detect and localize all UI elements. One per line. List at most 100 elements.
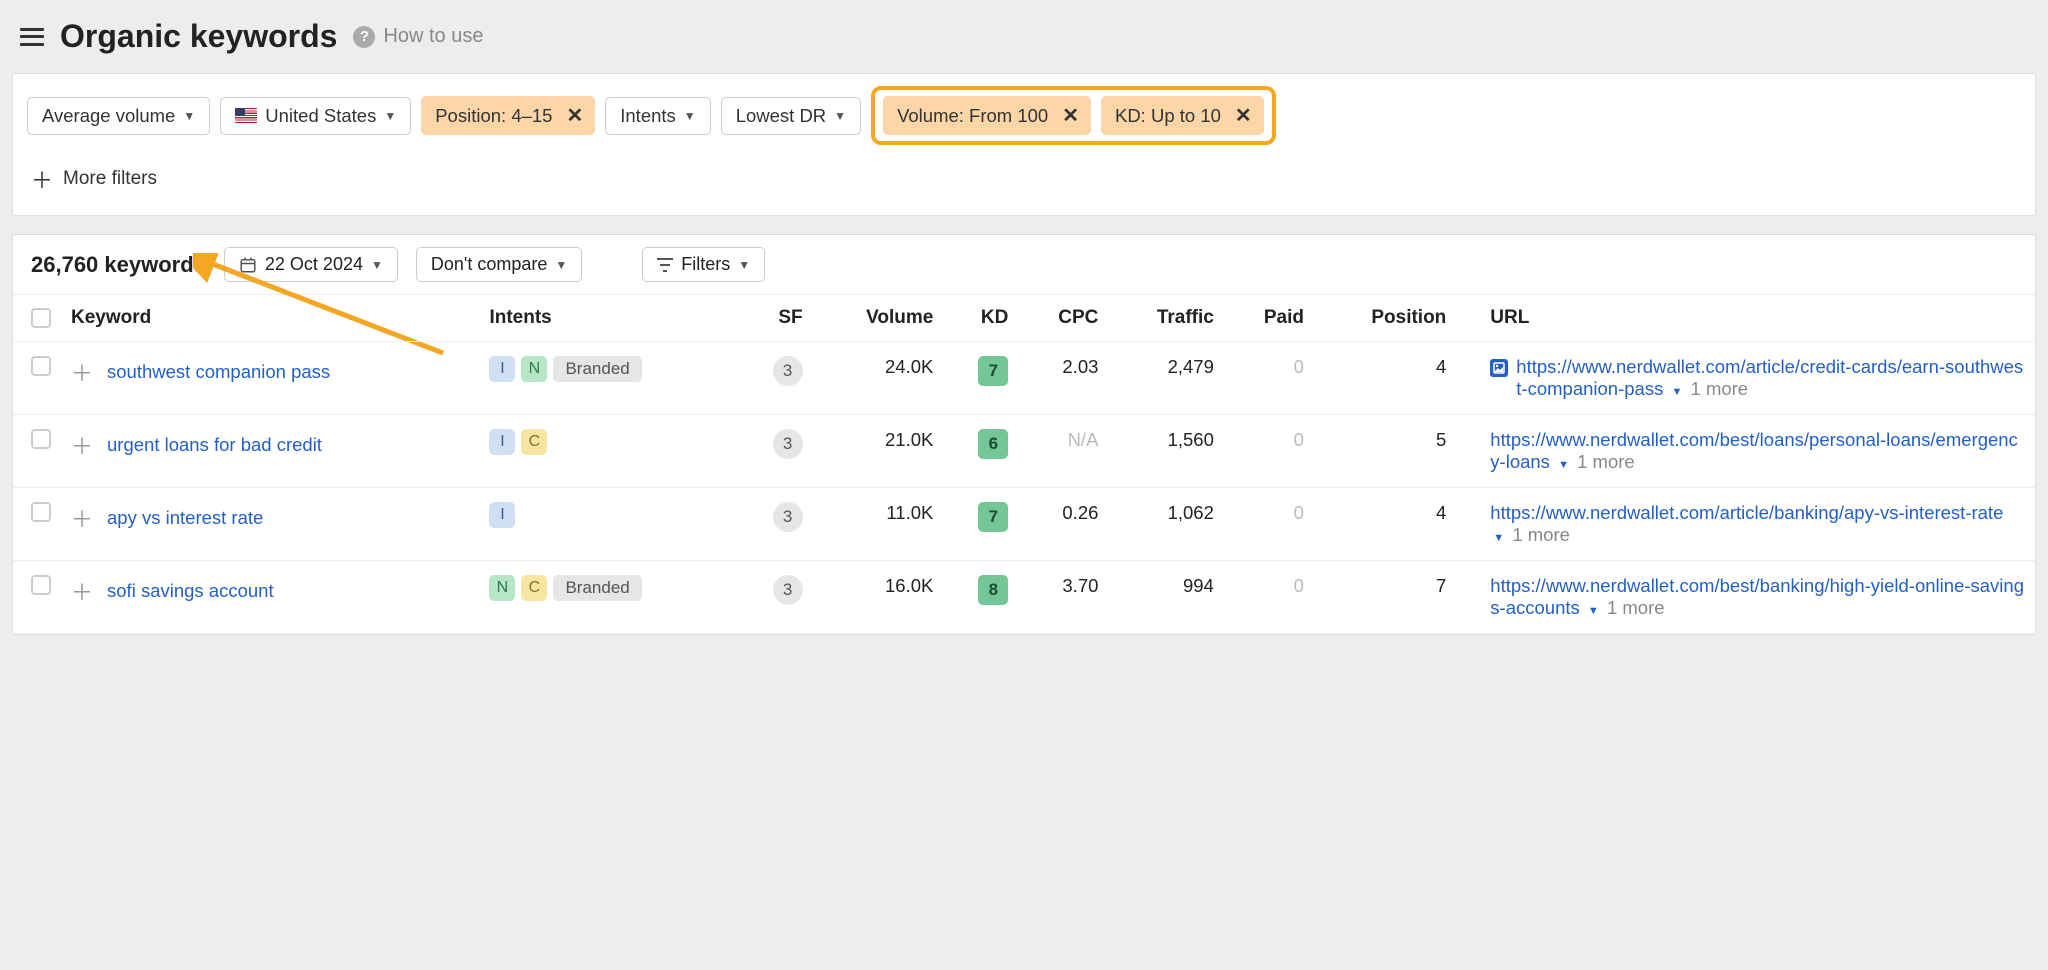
volume-header[interactable]: Volume bbox=[813, 295, 944, 342]
cpc-value: 0.26 bbox=[1018, 488, 1108, 561]
kd-badge: 6 bbox=[978, 429, 1008, 459]
kd-badge: 8 bbox=[978, 575, 1008, 605]
url-link[interactable]: https://www.nerdwallet.com/best/loans/pe… bbox=[1490, 429, 2018, 472]
traffic-value: 2,479 bbox=[1108, 342, 1223, 415]
more-urls-link[interactable]: 1 more bbox=[1512, 524, 1570, 545]
chevron-down-icon[interactable]: ▼ bbox=[1588, 605, 1599, 617]
compare-dropdown[interactable]: Don't compare ▼ bbox=[416, 247, 582, 282]
traffic-header[interactable]: Traffic bbox=[1108, 295, 1223, 342]
highlighted-filters-annotation: Volume: From 100 ✕ KD: Up to 10 ✕ bbox=[871, 86, 1276, 145]
position-filter-chip[interactable]: Position: 4–15 ✕ bbox=[421, 96, 595, 135]
sf-badge: 3 bbox=[773, 356, 803, 386]
intent-badges: NCBranded bbox=[489, 575, 727, 601]
expand-icon[interactable]: ＋ bbox=[71, 575, 93, 607]
expand-icon[interactable]: ＋ bbox=[71, 356, 93, 388]
how-to-use-label: How to use bbox=[383, 25, 483, 48]
position-value: 4 bbox=[1314, 342, 1456, 415]
select-all-checkbox[interactable] bbox=[31, 308, 51, 328]
date-picker-button[interactable]: 22 Oct 2024 ▼ bbox=[224, 247, 398, 282]
keyword-link[interactable]: southwest companion pass bbox=[107, 361, 330, 383]
intent-badge-branded: Branded bbox=[553, 356, 641, 382]
keyword-count: 26,760 keywords bbox=[31, 252, 206, 278]
kd-header[interactable]: KD bbox=[943, 295, 1018, 342]
serp-feature-icon bbox=[1490, 359, 1508, 377]
cpc-header[interactable]: CPC bbox=[1018, 295, 1108, 342]
intents-label: Intents bbox=[620, 105, 676, 127]
chevron-down-icon: ▼ bbox=[684, 109, 696, 123]
close-icon[interactable]: ✕ bbox=[1062, 103, 1079, 128]
keyword-link[interactable]: apy vs interest rate bbox=[107, 507, 263, 529]
position-value: 4 bbox=[1314, 488, 1456, 561]
more-urls-link[interactable]: 1 more bbox=[1577, 451, 1635, 472]
kd-filter-chip[interactable]: KD: Up to 10 ✕ bbox=[1101, 96, 1264, 135]
url-link[interactable]: https://www.nerdwallet.com/article/banki… bbox=[1490, 502, 2003, 523]
keyword-link[interactable]: sofi savings account bbox=[107, 580, 274, 602]
table-row: ＋ apy vs interest rate I 3 11.0K 7 0.26 … bbox=[13, 488, 2035, 561]
keyword-header[interactable]: Keyword bbox=[61, 295, 479, 342]
url-header[interactable]: URL bbox=[1480, 295, 2035, 342]
cpc-value: N/A bbox=[1018, 415, 1108, 488]
sf-header[interactable]: SF bbox=[738, 295, 813, 342]
filter-icon bbox=[657, 258, 673, 272]
more-urls-link[interactable]: 1 more bbox=[1691, 378, 1749, 399]
paid-header[interactable]: Paid bbox=[1224, 295, 1314, 342]
url-link[interactable]: https://www.nerdwallet.com/article/credi… bbox=[1516, 356, 2023, 399]
close-icon[interactable]: ✕ bbox=[1235, 103, 1252, 128]
intent-badge-branded: Branded bbox=[553, 575, 641, 601]
table-row: ＋ urgent loans for bad credit IC 3 21.0K… bbox=[13, 415, 2035, 488]
filter-bar: Average volume ▼ United States ▼ Positio… bbox=[12, 73, 2036, 216]
expand-icon[interactable]: ＋ bbox=[71, 429, 93, 461]
more-filters-label: More filters bbox=[63, 168, 157, 190]
row-checkbox[interactable] bbox=[31, 575, 51, 595]
sf-badge: 3 bbox=[773, 575, 803, 605]
position-header[interactable]: Position bbox=[1314, 295, 1456, 342]
cpc-value: 3.70 bbox=[1018, 561, 1108, 634]
kd-badge: 7 bbox=[978, 356, 1008, 386]
chevron-down-icon: ▼ bbox=[738, 258, 750, 272]
intent-badges: I bbox=[489, 502, 727, 528]
us-flag-icon bbox=[235, 108, 257, 123]
chevron-down-icon[interactable]: ▼ bbox=[1558, 459, 1569, 471]
country-dropdown[interactable]: United States ▼ bbox=[220, 97, 411, 135]
chevron-down-icon: ▼ bbox=[384, 109, 396, 123]
row-checkbox[interactable] bbox=[31, 429, 51, 449]
row-checkbox[interactable] bbox=[31, 502, 51, 522]
intents-dropdown[interactable]: Intents ▼ bbox=[605, 97, 710, 135]
help-icon: ? bbox=[353, 26, 375, 48]
traffic-value: 1,560 bbox=[1108, 415, 1223, 488]
results-toolbar: 26,760 keywords 22 Oct 2024 ▼ Don't comp… bbox=[13, 235, 2035, 295]
chevron-down-icon[interactable]: ▼ bbox=[1671, 386, 1682, 398]
lowest-dr-dropdown[interactable]: Lowest DR ▼ bbox=[721, 97, 861, 135]
cpc-value: 2.03 bbox=[1018, 342, 1108, 415]
results-panel: 26,760 keywords 22 Oct 2024 ▼ Don't comp… bbox=[12, 234, 2036, 635]
volume-mode-dropdown[interactable]: Average volume ▼ bbox=[27, 97, 210, 135]
volume-value: 11.0K bbox=[813, 488, 944, 561]
chevron-down-icon: ▼ bbox=[371, 258, 383, 272]
url-link[interactable]: https://www.nerdwallet.com/best/banking/… bbox=[1490, 575, 2024, 618]
row-checkbox[interactable] bbox=[31, 356, 51, 376]
paid-value: 0 bbox=[1224, 488, 1314, 561]
keyword-link[interactable]: urgent loans for bad credit bbox=[107, 434, 322, 456]
close-icon[interactable]: ✕ bbox=[566, 103, 583, 128]
how-to-use-link[interactable]: ? How to use bbox=[353, 25, 483, 48]
calendar-icon bbox=[239, 256, 257, 274]
position-value: 5 bbox=[1314, 415, 1456, 488]
more-filters-button[interactable]: ＋ More filters bbox=[27, 159, 161, 199]
select-all-header bbox=[13, 295, 61, 342]
chevron-down-icon: ▼ bbox=[834, 109, 846, 123]
chevron-down-icon[interactable]: ▼ bbox=[1493, 532, 1504, 544]
hamburger-menu-icon[interactable] bbox=[20, 28, 44, 46]
paid-value: 0 bbox=[1224, 561, 1314, 634]
more-urls-link[interactable]: 1 more bbox=[1607, 597, 1665, 618]
sf-badge: 3 bbox=[773, 502, 803, 532]
kd-chip-label: KD: Up to 10 bbox=[1115, 105, 1221, 127]
intent-badge-n: N bbox=[521, 356, 547, 382]
volume-filter-chip[interactable]: Volume: From 100 ✕ bbox=[883, 96, 1091, 135]
date-label: 22 Oct 2024 bbox=[265, 254, 363, 275]
intent-badge-c: C bbox=[521, 429, 547, 455]
intents-header[interactable]: Intents bbox=[479, 295, 737, 342]
filters-dropdown[interactable]: Filters ▼ bbox=[642, 247, 765, 282]
traffic-value: 994 bbox=[1108, 561, 1223, 634]
table-row: ＋ sofi savings account NCBranded 3 16.0K… bbox=[13, 561, 2035, 634]
expand-icon[interactable]: ＋ bbox=[71, 502, 93, 534]
